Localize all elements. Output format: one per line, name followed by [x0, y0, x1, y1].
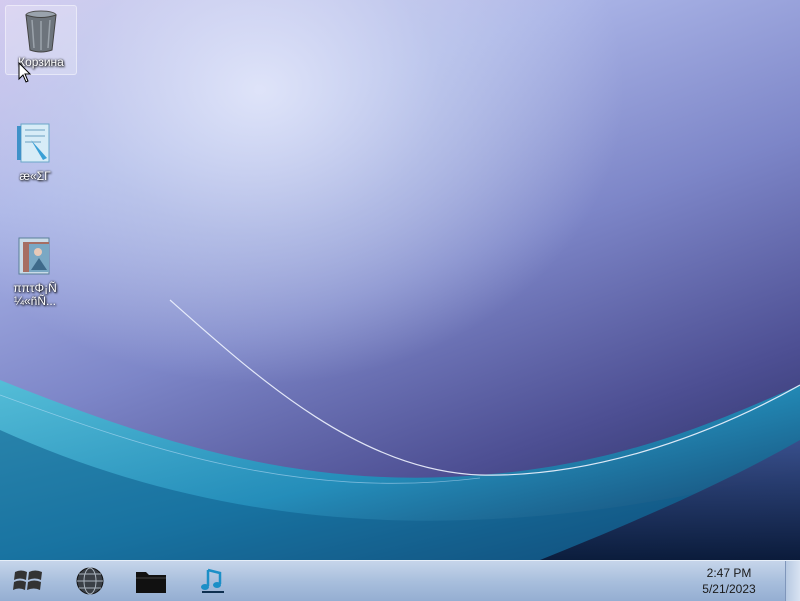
desktop-icon-label: Корзина [18, 55, 64, 69]
system-clock[interactable]: 2:47 PM 5/21/2023 [684, 565, 774, 597]
taskbar-file-explorer-button[interactable] [127, 563, 175, 599]
wallpaper-wave [0, 299, 800, 560]
windows-logo-icon [13, 570, 42, 590]
mouse-cursor-icon [18, 62, 32, 83]
desktop-icon-recycle-bin[interactable]: Корзина [5, 5, 77, 75]
desktop-background[interactable]: Корзина æ«ΣΓ ππτΦ¡Ñ ¼«ñÑ... [0, 0, 800, 560]
desktop-icon-label: æ«ΣΓ [19, 169, 51, 183]
taskbar-media-player-button[interactable] [188, 563, 236, 599]
desktop-icon-label: ππτΦ¡Ñ ¼«ñÑ... [13, 281, 57, 308]
photo-gallery-icon [18, 237, 50, 275]
desktop-icon-photo-gallery[interactable]: ππτΦ¡Ñ ¼«ñÑ... [0, 232, 70, 308]
taskbar: 2:47 PM 5/21/2023 [0, 560, 800, 601]
recycle-bin-icon [25, 10, 57, 53]
show-desktop-button[interactable] [785, 561, 800, 601]
clock-time: 2:47 PM [706, 566, 752, 580]
start-button[interactable] [4, 563, 52, 599]
music-note-icon [201, 568, 224, 593]
clock-date: 5/21/2023 [702, 582, 756, 596]
document-icon [17, 123, 50, 163]
folder-icon [136, 572, 166, 593]
desktop-icon-document[interactable]: æ«ΣΓ [0, 120, 70, 183]
globe-icon [76, 567, 104, 595]
taskbar-browser-button[interactable] [66, 563, 114, 599]
